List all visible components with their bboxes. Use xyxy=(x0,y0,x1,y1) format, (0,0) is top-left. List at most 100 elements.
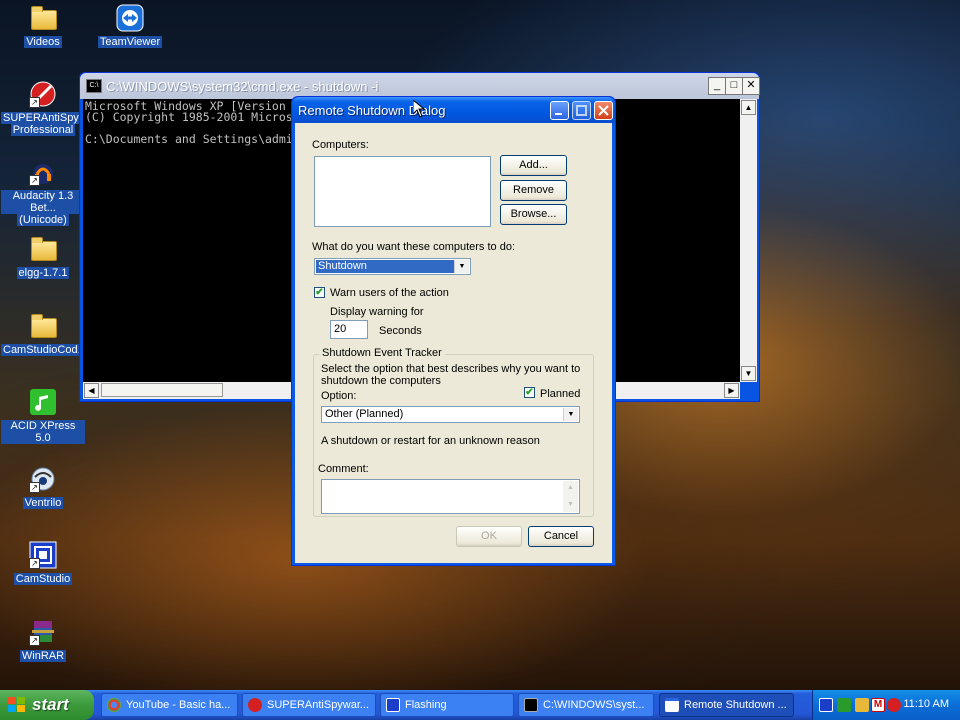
minimize-icon xyxy=(555,113,562,115)
folder-icon xyxy=(29,312,57,340)
taskbar-button-youtube[interactable]: YouTube - Basic ha... xyxy=(101,693,238,717)
taskbar-button-label: YouTube - Basic ha... xyxy=(126,699,231,711)
action-select[interactable]: Shutdown ▼ xyxy=(314,258,471,275)
close-button[interactable] xyxy=(594,101,613,120)
audacity-icon: ↗ xyxy=(29,158,57,186)
taskbar-button-label: Remote Shutdown ... xyxy=(684,699,787,711)
start-button[interactable]: start xyxy=(0,690,94,720)
comment-scrollbar[interactable]: ▲ ▼ xyxy=(563,481,578,512)
ok-button[interactable]: OK xyxy=(456,526,522,547)
network-icon[interactable] xyxy=(855,698,869,712)
warn-users-checkbox[interactable]: ✔ xyxy=(314,287,325,298)
maximize-button[interactable] xyxy=(572,101,591,120)
chevron-down-icon[interactable]: ▼ xyxy=(454,260,469,273)
desktop-icon-label: CamStudio xyxy=(13,573,73,585)
chevron-down-icon[interactable]: ▼ xyxy=(563,408,578,421)
action-question-label: What do you want these computers to do: xyxy=(312,241,516,253)
desktop-icon-videos[interactable]: Videos xyxy=(1,4,85,48)
comment-textarea[interactable]: ▲ ▼ xyxy=(321,479,580,514)
taskbar-button-cmd[interactable]: C:\WINDOWS\syst... xyxy=(518,693,654,717)
tracker-description-line: shutdown the computers xyxy=(321,375,441,387)
warning-seconds-input[interactable]: 20 xyxy=(330,320,368,339)
desktop-icon-label: CamStudioCod... xyxy=(1,344,89,356)
taskbar-button-label: C:\WINDOWS\syst... xyxy=(543,699,645,711)
start-label: start xyxy=(32,695,69,714)
close-icon xyxy=(598,105,609,116)
option-selected-value: Other (Planned) xyxy=(325,408,404,420)
desktop-icon-acid-xpress[interactable]: ACID XPress 5.0 xyxy=(1,388,85,444)
scroll-left-icon[interactable]: ◀ xyxy=(84,383,99,398)
window-icon xyxy=(665,698,679,712)
reason-description: A shutdown or restart for an unknown rea… xyxy=(321,435,540,447)
desktop-icon-winrar[interactable]: ↗ WinRAR xyxy=(1,618,85,662)
desktop-icon-superantispyware[interactable]: ↗ SUPERAntiSpy... Professional xyxy=(1,80,90,136)
desktop-icon-label: elgg-1.7.1 xyxy=(16,267,70,279)
cmd-icon xyxy=(524,698,538,712)
scroll-down-icon[interactable]: ▼ xyxy=(741,366,756,381)
minimize-button[interactable] xyxy=(550,101,569,120)
taskbar-button-remote-shutdown[interactable]: Remote Shutdown ... xyxy=(659,693,794,717)
maximize-button[interactable]: □ xyxy=(725,77,743,95)
tracker-group-title: Shutdown Event Tracker xyxy=(319,347,445,359)
volume-icon[interactable] xyxy=(837,698,851,712)
seconds-label: Seconds xyxy=(379,325,422,337)
taskbar: start YouTube - Basic ha... SUPERAntiSpy… xyxy=(0,690,960,720)
folder-icon xyxy=(29,235,57,263)
dialog-titlebar[interactable]: Remote Shutdown Dialog xyxy=(292,97,615,123)
planned-label: Planned xyxy=(540,388,581,400)
close-button[interactable]: ✕ xyxy=(742,77,760,95)
ventrilo-icon: ↗ xyxy=(29,465,57,493)
clock[interactable]: 11:10 AM xyxy=(903,698,949,710)
superantispyware-tray-icon[interactable] xyxy=(887,698,901,712)
warn-users-label: Warn users of the action xyxy=(330,287,449,299)
desktop-icon-ventrilo[interactable]: ↗ Ventrilo xyxy=(1,465,85,509)
warning-seconds-value: 20 xyxy=(334,323,347,335)
cancel-button[interactable]: Cancel xyxy=(528,526,594,547)
desktop-icon-teamviewer[interactable]: TeamViewer xyxy=(88,4,172,48)
scroll-up-icon[interactable]: ▲ xyxy=(741,100,756,115)
browse-button[interactable]: Browse... xyxy=(500,204,567,225)
desktop-icon-label: SUPERAntiSpy... xyxy=(1,112,90,124)
desktop-icon-label: WinRAR xyxy=(19,650,67,662)
minimize-button[interactable]: _ xyxy=(708,77,726,95)
acid-icon xyxy=(29,388,57,416)
tracker-description-line: Select the option that best describes wh… xyxy=(321,363,581,375)
scroll-down-icon[interactable]: ▼ xyxy=(563,498,578,512)
computers-label: Computers: xyxy=(312,139,369,151)
superantispyware-icon: ↗ xyxy=(29,80,57,108)
computers-listbox[interactable] xyxy=(314,156,491,227)
planned-checkbox[interactable]: ✔ xyxy=(524,387,535,398)
scroll-thumb[interactable] xyxy=(101,383,223,397)
desktop-icon-camstudiocodec[interactable]: CamStudioCod... xyxy=(1,312,89,356)
desktop-icon-label: (Unicode) xyxy=(17,214,69,226)
teamviewer-icon xyxy=(116,4,144,32)
cmd-icon: C:\ xyxy=(86,79,102,93)
remove-button[interactable]: Remove xyxy=(500,180,567,201)
camstudio-icon: ↗ xyxy=(29,541,57,569)
scroll-up-icon[interactable]: ▲ xyxy=(563,481,578,495)
desktop-icon-camstudio[interactable]: ↗ CamStudio xyxy=(1,541,85,585)
desktop-icon-audacity[interactable]: ↗ Audacity 1.3 Bet... (Unicode) xyxy=(1,158,85,226)
gmail-notifier-icon[interactable]: M xyxy=(871,698,885,712)
camstudio-tray-icon[interactable] xyxy=(819,698,833,712)
action-selected-value: Shutdown xyxy=(316,260,454,273)
desktop-icon-label: Ventrilo xyxy=(22,497,64,509)
taskbar-button-flashing[interactable]: Flashing xyxy=(380,693,514,717)
winrar-icon: ↗ xyxy=(29,618,57,646)
chrome-icon xyxy=(107,698,121,712)
display-warning-label: Display warning for xyxy=(330,306,424,318)
desktop-icon-elgg[interactable]: elgg-1.7.1 xyxy=(1,235,85,279)
option-select[interactable]: Other (Planned) ▼ xyxy=(321,406,580,423)
desktop-icon-label: Professional xyxy=(10,124,76,136)
scroll-right-icon[interactable]: ▶ xyxy=(724,383,739,398)
add-button[interactable]: Add... xyxy=(500,155,567,176)
desktop-icon-label: TeamViewer xyxy=(97,36,163,48)
vertical-scrollbar[interactable]: ▲ ▼ xyxy=(740,99,757,382)
taskbar-button-superantispyware[interactable]: SUPERAntiSpywar... xyxy=(242,693,376,717)
taskbar-button-label: SUPERAntiSpywar... xyxy=(267,699,370,711)
windows-logo-icon xyxy=(8,697,26,713)
taskbar-button-label: Flashing xyxy=(405,699,447,711)
desktop-icon-label: Audacity 1.3 Bet... xyxy=(1,190,85,214)
superantispyware-icon xyxy=(248,698,262,712)
remote-shutdown-dialog[interactable]: Remote Shutdown Dialog Computers: Add...… xyxy=(291,96,616,566)
